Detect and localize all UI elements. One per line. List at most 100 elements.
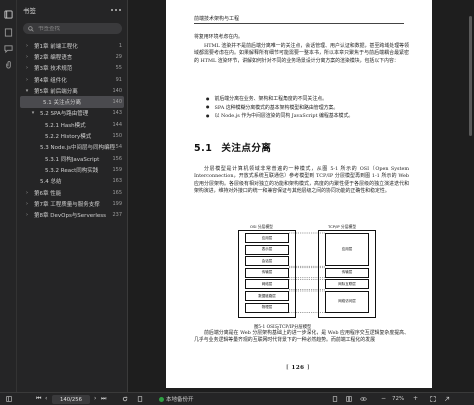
bookmark-label: 第2章 编程语言 [34, 54, 73, 61]
chevron-right-icon[interactable]: › [23, 201, 31, 207]
bookmark-page-number: 165 [112, 189, 122, 196]
paragraph-1: HTML 渲染并不是前后端分离唯一的关注点，会话管理、用户认证和数据，甚至跨域处… [194, 43, 409, 64]
search-input[interactable] [38, 25, 118, 32]
sidebar-toggle-icon[interactable] [6, 396, 12, 402]
single-page-icon[interactable] [332, 396, 338, 402]
section-number: 5.1 [194, 143, 213, 154]
bookmark-icon[interactable] [4, 10, 13, 19]
zoom-out-icon[interactable]: − [381, 395, 386, 402]
bookmark-label: 5.4 总结 [40, 179, 62, 186]
more-options-icon[interactable] [111, 9, 121, 11]
fullscreen-icon[interactable] [430, 396, 436, 402]
bookmark-item[interactable]: › 第3章 技术规范 55 [17, 63, 127, 74]
activity-rail [0, 0, 17, 405]
bookmark-page-number: 199 [112, 200, 122, 207]
bookmark-page-number: 55 [115, 65, 122, 72]
first-page-icon[interactable]: ⏮ [36, 395, 41, 403]
section-title: 关注点分离 [221, 143, 272, 154]
bookmark-label: 5.2 SPA与路由管理 [40, 111, 89, 118]
bookmark-sidebar: 书签 ›第1章 前端工程化1›第2章 编程语言29›第3章 技术规范55›第4章… [17, 0, 128, 392]
zoom-in-icon[interactable]: + [413, 395, 418, 402]
fit-page-icon[interactable] [137, 396, 143, 402]
search-icon [28, 25, 34, 32]
bullet-item: 前后端分离在业务、架构和工程角度的不同关注点。 [206, 95, 406, 104]
bookmark-item[interactable]: 5.3.1 同构JavaScript 156 [17, 153, 127, 164]
paragraph-intro: 将复用环境考虑在内。 [194, 34, 243, 40]
bookmark-page-number: 29 [115, 53, 122, 60]
chevron-right-icon[interactable]: › [23, 65, 31, 71]
bookmark-item[interactable]: › 第7章 工程质量与服务支撑 199 [17, 198, 127, 209]
osi-layer-box: 数据链路层 [245, 291, 289, 301]
two-page-icon[interactable] [346, 396, 352, 402]
chevron-down-icon[interactable]: ▾ [29, 110, 37, 116]
running-head: 前端技术架构与工程 [194, 16, 240, 22]
bookmark-label: 第7章 工程质量与服务支撑 [34, 201, 100, 208]
bookmark-item[interactable]: ▾ 5.2 SPA与路由管理 143 [17, 108, 127, 119]
bookmark-item[interactable]: ▾ 第5章 前后端分离 140 [17, 85, 127, 96]
sidebar-title: 书签 [23, 7, 36, 15]
bookmark-item[interactable]: 5.3 Node.js中间层与同构编程 154 [17, 142, 127, 153]
sidebar-header: 书签 [17, 0, 127, 20]
bookmark-page-number: 156 [112, 155, 122, 162]
vertical-scrollbar[interactable] [469, 16, 472, 136]
zoom-level[interactable]: 72% [392, 396, 404, 402]
chevron-right-icon[interactable]: › [23, 212, 31, 218]
bookmark-label: 第8章 DevOps与Serverless [34, 213, 106, 220]
bookmark-label: 第3章 技术规范 [34, 66, 73, 73]
osi-layer-box: 表示层 [245, 244, 289, 255]
bookmark-page-number: 143 [112, 110, 122, 117]
page-indicator[interactable]: 140/256 [52, 395, 90, 404]
bookmark-label: 5.3.1 同构JavaScript [45, 156, 100, 163]
eye-icon[interactable] [360, 396, 367, 402]
bookmark-page-number: 159 [112, 166, 122, 173]
bookmark-item[interactable]: 5.4 总结 163 [17, 176, 127, 187]
page-number: [ 126 ] [286, 365, 311, 371]
bookmark-label: 第4章 组件化 [34, 77, 67, 84]
bookmark-item[interactable]: › 第1章 前端工程化 1 [17, 40, 127, 51]
attachment-icon[interactable] [4, 60, 13, 69]
osi-layer-box: 会话层 [245, 256, 289, 267]
chevron-right-icon[interactable]: › [23, 43, 31, 49]
bookmark-list: › 第1章 前端工程化 1 › 第2章 编程语言 29 › 第3章 技术规范 55 › 第4章 组件… [17, 40, 127, 221]
local-backup-label: 本地备份开 [166, 397, 194, 403]
bookmark-item[interactable]: › 第8章 DevOps与Serverless 237 [17, 209, 127, 220]
bookmark-item[interactable]: 5.3.2 React同构实践 159 [17, 164, 127, 175]
section-heading: 5.1 关注点分离 [194, 140, 271, 154]
bookmark-page-number: 154 [112, 144, 122, 151]
bookmark-item[interactable]: 5.2.2 History模式 150 [17, 130, 127, 141]
thumbnail-icon[interactable] [4, 28, 13, 37]
bookmark-item[interactable]: 5.2.1 Hash模式 144 [17, 119, 127, 130]
bookmark-page-number: 237 [112, 212, 122, 219]
bookmark-label: 第6章 性能 [34, 190, 62, 197]
prev-page-icon[interactable]: ‹ [45, 395, 47, 402]
last-page-icon[interactable]: ⏭ [101, 395, 106, 403]
osi-layer-box: 传输层 [245, 267, 289, 278]
expand-icon[interactable] [444, 396, 450, 402]
bookmark-search[interactable] [23, 23, 122, 34]
bookmark-page-number: 150 [112, 133, 122, 140]
bookmark-label: 第5章 前后端分离 [34, 88, 78, 95]
local-backup-status[interactable]: 本地备份开 [159, 395, 194, 403]
tcpip-layer-box: 网际互联层 [325, 279, 369, 290]
comment-icon[interactable] [4, 44, 13, 53]
rotate-icon[interactable] [122, 396, 128, 402]
bookmark-item[interactable]: › 第2章 编程语言 29 [17, 51, 127, 62]
bookmark-page-number: 163 [112, 178, 122, 185]
bookmark-page-number: 144 [112, 121, 122, 128]
next-page-icon[interactable]: › [94, 395, 96, 402]
tcpip-layer-box: 应用层 [325, 233, 369, 267]
chevron-right-icon[interactable]: › [23, 54, 31, 60]
osi-layer-box: 物理层 [245, 302, 289, 313]
bookmark-item[interactable]: › 第4章 组件化 91 [17, 74, 127, 85]
chevron-right-icon[interactable]: › [23, 190, 31, 196]
bookmark-item[interactable]: 5.1 关注点分离 140 [20, 96, 124, 108]
bookmark-page-number: 1 [118, 42, 122, 49]
osi-layer-box: 网络层 [245, 279, 289, 290]
chevron-right-icon[interactable]: › [23, 77, 31, 83]
document-viewer[interactable]: 前端技术架构与工程 将复用环境考虑在内。 HTML 渲染并不是前后端分离唯一的关… [128, 0, 474, 392]
bookmark-page-number: 140 [112, 99, 122, 106]
bookmark-item[interactable]: › 第6章 性能 165 [17, 187, 127, 198]
chevron-down-icon[interactable]: ▾ [23, 88, 31, 94]
bookmark-label: 5.3.2 React同构实践 [45, 167, 99, 174]
bookmark-label: 5.2.1 Hash模式 [45, 122, 86, 129]
